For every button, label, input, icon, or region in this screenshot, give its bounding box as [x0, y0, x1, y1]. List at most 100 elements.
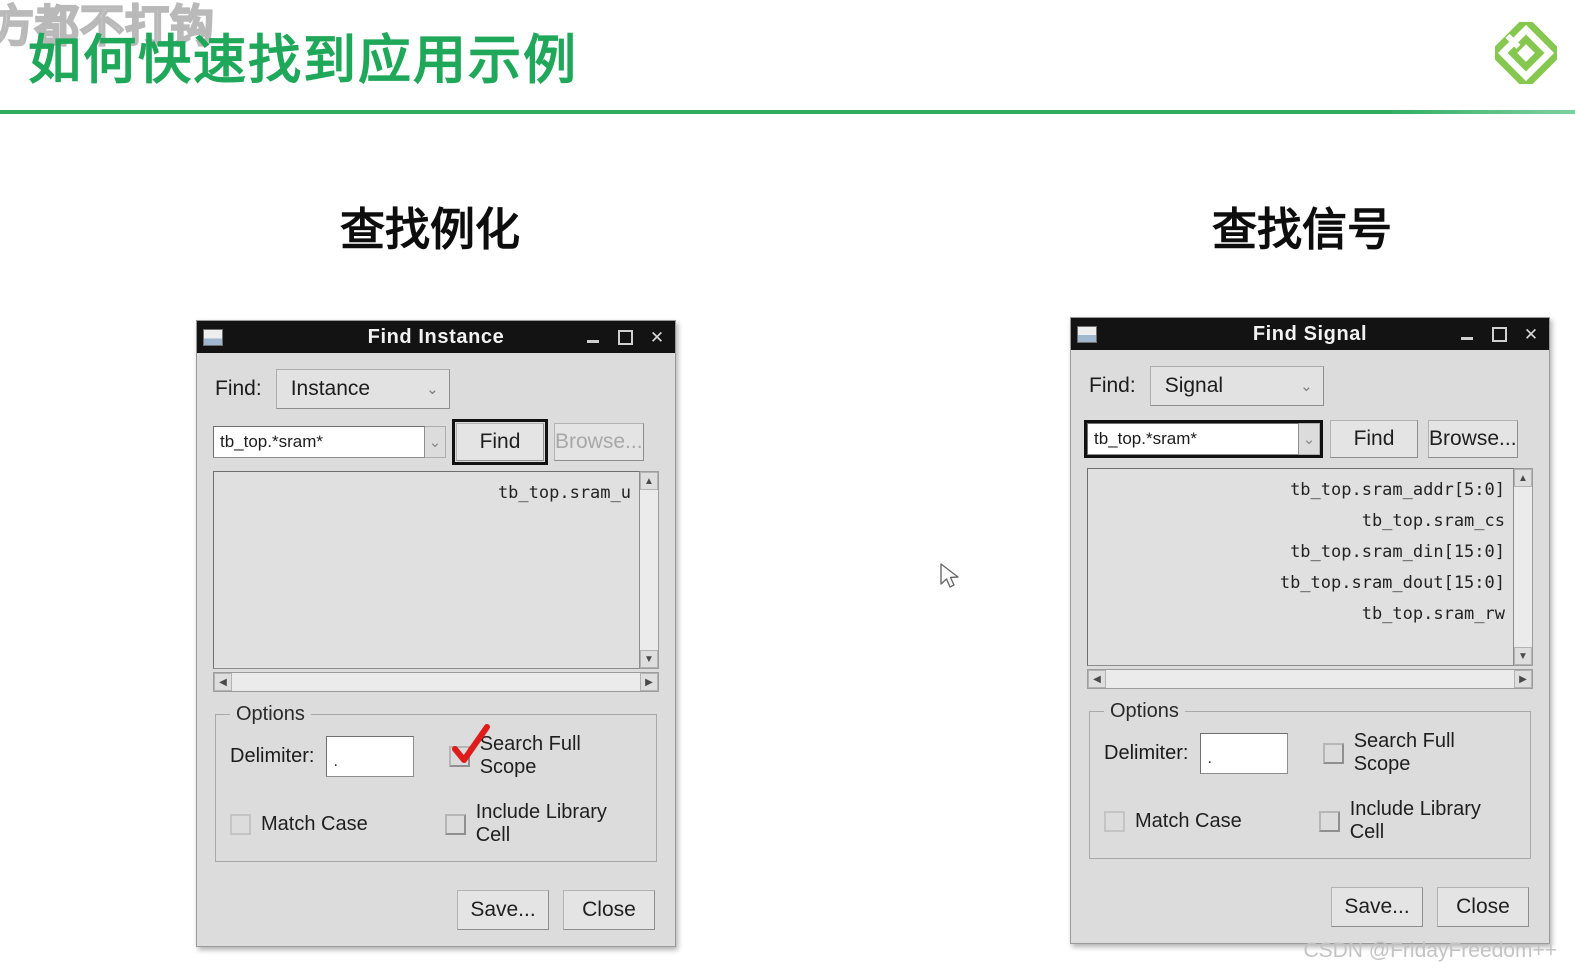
find-type-value: Instance [290, 377, 371, 400]
query-row: tb_top.*sram* ⌄ Find Browse... [1084, 420, 1537, 458]
minimize-icon[interactable] [1459, 326, 1475, 342]
search-input[interactable]: tb_top.*sram* [1087, 423, 1299, 455]
find-type-select[interactable]: Instance ⌄ [275, 369, 450, 409]
section-heading-find-signal: 查找信号 [1212, 203, 1393, 256]
browse-button[interactable]: Browse... [554, 423, 644, 461]
match-case-checkbox[interactable] [230, 813, 251, 835]
close-icon[interactable]: ✕ [1523, 326, 1539, 343]
results-panel: tb_top.sram_addr[5:0] tb_top.sram_cs tb_… [1087, 468, 1533, 689]
options-group-legend: Options [1104, 700, 1185, 723]
csdn-watermark: CSDN @FridayFreedom++ [1303, 939, 1557, 962]
save-button[interactable]: Save... [457, 890, 549, 930]
list-item[interactable]: tb_top.sram_din[15:0] [1088, 537, 1505, 568]
delimiter-label: Delimiter: [1104, 741, 1189, 764]
include-library-cell-checkbox[interactable] [444, 813, 466, 835]
options-group: Options Delimiter: . Search Full Scope M… [1089, 700, 1531, 859]
search-full-scope-checkbox[interactable] [448, 723, 490, 767]
scroll-down-icon[interactable]: ▼ [1514, 647, 1532, 665]
options-group-legend: Options [230, 703, 311, 726]
header-divider-rule [0, 110, 1575, 114]
results-horizontal-scrollbar[interactable]: ◀ ▶ [1087, 669, 1533, 689]
maximize-icon[interactable] [617, 329, 633, 345]
match-case-checkbox-row[interactable]: Match Case [230, 813, 445, 836]
browse-button[interactable]: Browse... [1428, 420, 1518, 458]
find-type-row: Find: Signal ⌄ [1089, 366, 1537, 406]
search-full-scope-label: Search Full Scope [479, 733, 581, 778]
close-icon[interactable]: ✕ [649, 329, 665, 346]
section-heading-find-instance: 查找例化 [340, 203, 521, 256]
include-library-cell-label: Include Library Cell [1349, 798, 1481, 843]
window-app-icon [1077, 325, 1097, 343]
list-item[interactable]: tb_top.sram_rw [1088, 599, 1505, 630]
search-full-scope-checkbox[interactable] [1322, 742, 1344, 764]
hscroll-track[interactable] [232, 673, 640, 691]
save-button[interactable]: Save... [1331, 887, 1423, 927]
scroll-right-icon[interactable]: ▶ [1514, 670, 1532, 688]
delimiter-label: Delimiter: [230, 744, 315, 767]
minimize-icon[interactable] [585, 329, 601, 345]
find-instance-dialog: Find Instance ✕ Find: Instance ⌄ tb_top.… [196, 320, 676, 947]
find-type-select[interactable]: Signal ⌄ [1149, 366, 1324, 406]
include-library-cell-checkbox-row[interactable]: Include Library Cell [1318, 798, 1516, 844]
slide-canvas: 方都不打钩 如何快速找到应用示例 查找例化 查找信号 Find Instance… [0, 0, 1575, 973]
find-signal-titlebar[interactable]: Find Signal ✕ [1071, 318, 1549, 350]
close-button[interactable]: Close [1437, 887, 1529, 927]
find-type-value: Signal [1164, 374, 1224, 397]
scroll-left-icon[interactable]: ◀ [1088, 670, 1106, 688]
query-row: tb_top.*sram* ⌄ Find Browse... [213, 419, 663, 465]
chevron-down-icon: ⌄ [426, 381, 439, 398]
scroll-down-icon[interactable]: ▼ [640, 650, 658, 668]
match-case-label: Match Case [1135, 809, 1242, 832]
hscroll-track[interactable] [1106, 670, 1514, 688]
maximize-icon[interactable] [1491, 326, 1507, 342]
options-group: Options Delimiter: . Search Full Scope M… [215, 703, 657, 862]
delimiter-input[interactable]: . [326, 735, 415, 777]
match-case-checkbox-row[interactable]: Match Case [1104, 810, 1319, 833]
vscroll-track[interactable] [640, 490, 658, 650]
include-library-cell-checkbox[interactable] [1318, 810, 1340, 832]
dialog-footer: Save... Close [1091, 887, 1529, 927]
query-input-group[interactable]: tb_top.*sram* ⌄ [213, 426, 446, 458]
scroll-up-icon[interactable]: ▲ [640, 472, 658, 490]
list-item[interactable]: tb_top.sram_cs [1088, 506, 1505, 537]
match-case-label: Match Case [261, 812, 368, 835]
include-library-cell-label: Include Library Cell [475, 801, 607, 846]
vscroll-track[interactable] [1514, 487, 1532, 647]
search-input[interactable]: tb_top.*sram* [213, 426, 425, 458]
search-full-scope-checkbox-row[interactable]: Search Full Scope [448, 723, 642, 779]
page-title: 如何快速找到应用示例 [28, 30, 578, 91]
mouse-cursor-icon [940, 563, 959, 588]
results-horizontal-scrollbar[interactable]: ◀ ▶ [213, 672, 659, 692]
query-history-chevron-down-icon[interactable]: ⌄ [1299, 423, 1320, 455]
list-item[interactable]: tb_top.sram_u [214, 478, 631, 509]
close-button[interactable]: Close [563, 890, 655, 930]
scroll-left-icon[interactable]: ◀ [214, 673, 232, 691]
results-vertical-scrollbar[interactable]: ▲ ▼ [640, 471, 659, 669]
find-type-row: Find: Instance ⌄ [215, 369, 663, 409]
results-listbox[interactable]: tb_top.sram_u [213, 471, 640, 669]
match-case-checkbox[interactable] [1104, 810, 1125, 832]
results-listbox[interactable]: tb_top.sram_addr[5:0] tb_top.sram_cs tb_… [1087, 468, 1514, 666]
chevron-down-icon: ⌄ [1300, 378, 1313, 395]
find-label: Find: [215, 377, 262, 400]
list-item[interactable]: tb_top.sram_addr[5:0] [1088, 475, 1505, 506]
include-library-cell-checkbox-row[interactable]: Include Library Cell [444, 801, 642, 847]
scroll-up-icon[interactable]: ▲ [1514, 469, 1532, 487]
brand-diamond-logo [1495, 22, 1557, 84]
delimiter-input[interactable]: . [1200, 732, 1289, 774]
results-panel: tb_top.sram_u ▲ ▼ ◀ ▶ [213, 471, 659, 692]
results-vertical-scrollbar[interactable]: ▲ ▼ [1514, 468, 1533, 666]
find-signal-dialog: Find Signal ✕ Find: Signal ⌄ tb_top.*sra… [1070, 317, 1550, 944]
find-instance-titlebar[interactable]: Find Instance ✕ [197, 321, 675, 353]
window-app-icon [203, 328, 223, 346]
query-history-chevron-down-icon[interactable]: ⌄ [425, 426, 446, 458]
find-label: Find: [1089, 374, 1136, 397]
dialog-footer: Save... Close [217, 890, 655, 930]
search-full-scope-label: Search Full Scope [1353, 730, 1455, 775]
list-item[interactable]: tb_top.sram_dout[15:0] [1088, 568, 1505, 599]
search-full-scope-checkbox-row[interactable]: Search Full Scope [1322, 730, 1516, 776]
query-input-group[interactable]: tb_top.*sram* ⌄ [1084, 420, 1323, 458]
scroll-right-icon[interactable]: ▶ [640, 673, 658, 691]
find-button[interactable]: Find [1330, 420, 1418, 458]
find-button[interactable]: Find [452, 419, 548, 465]
